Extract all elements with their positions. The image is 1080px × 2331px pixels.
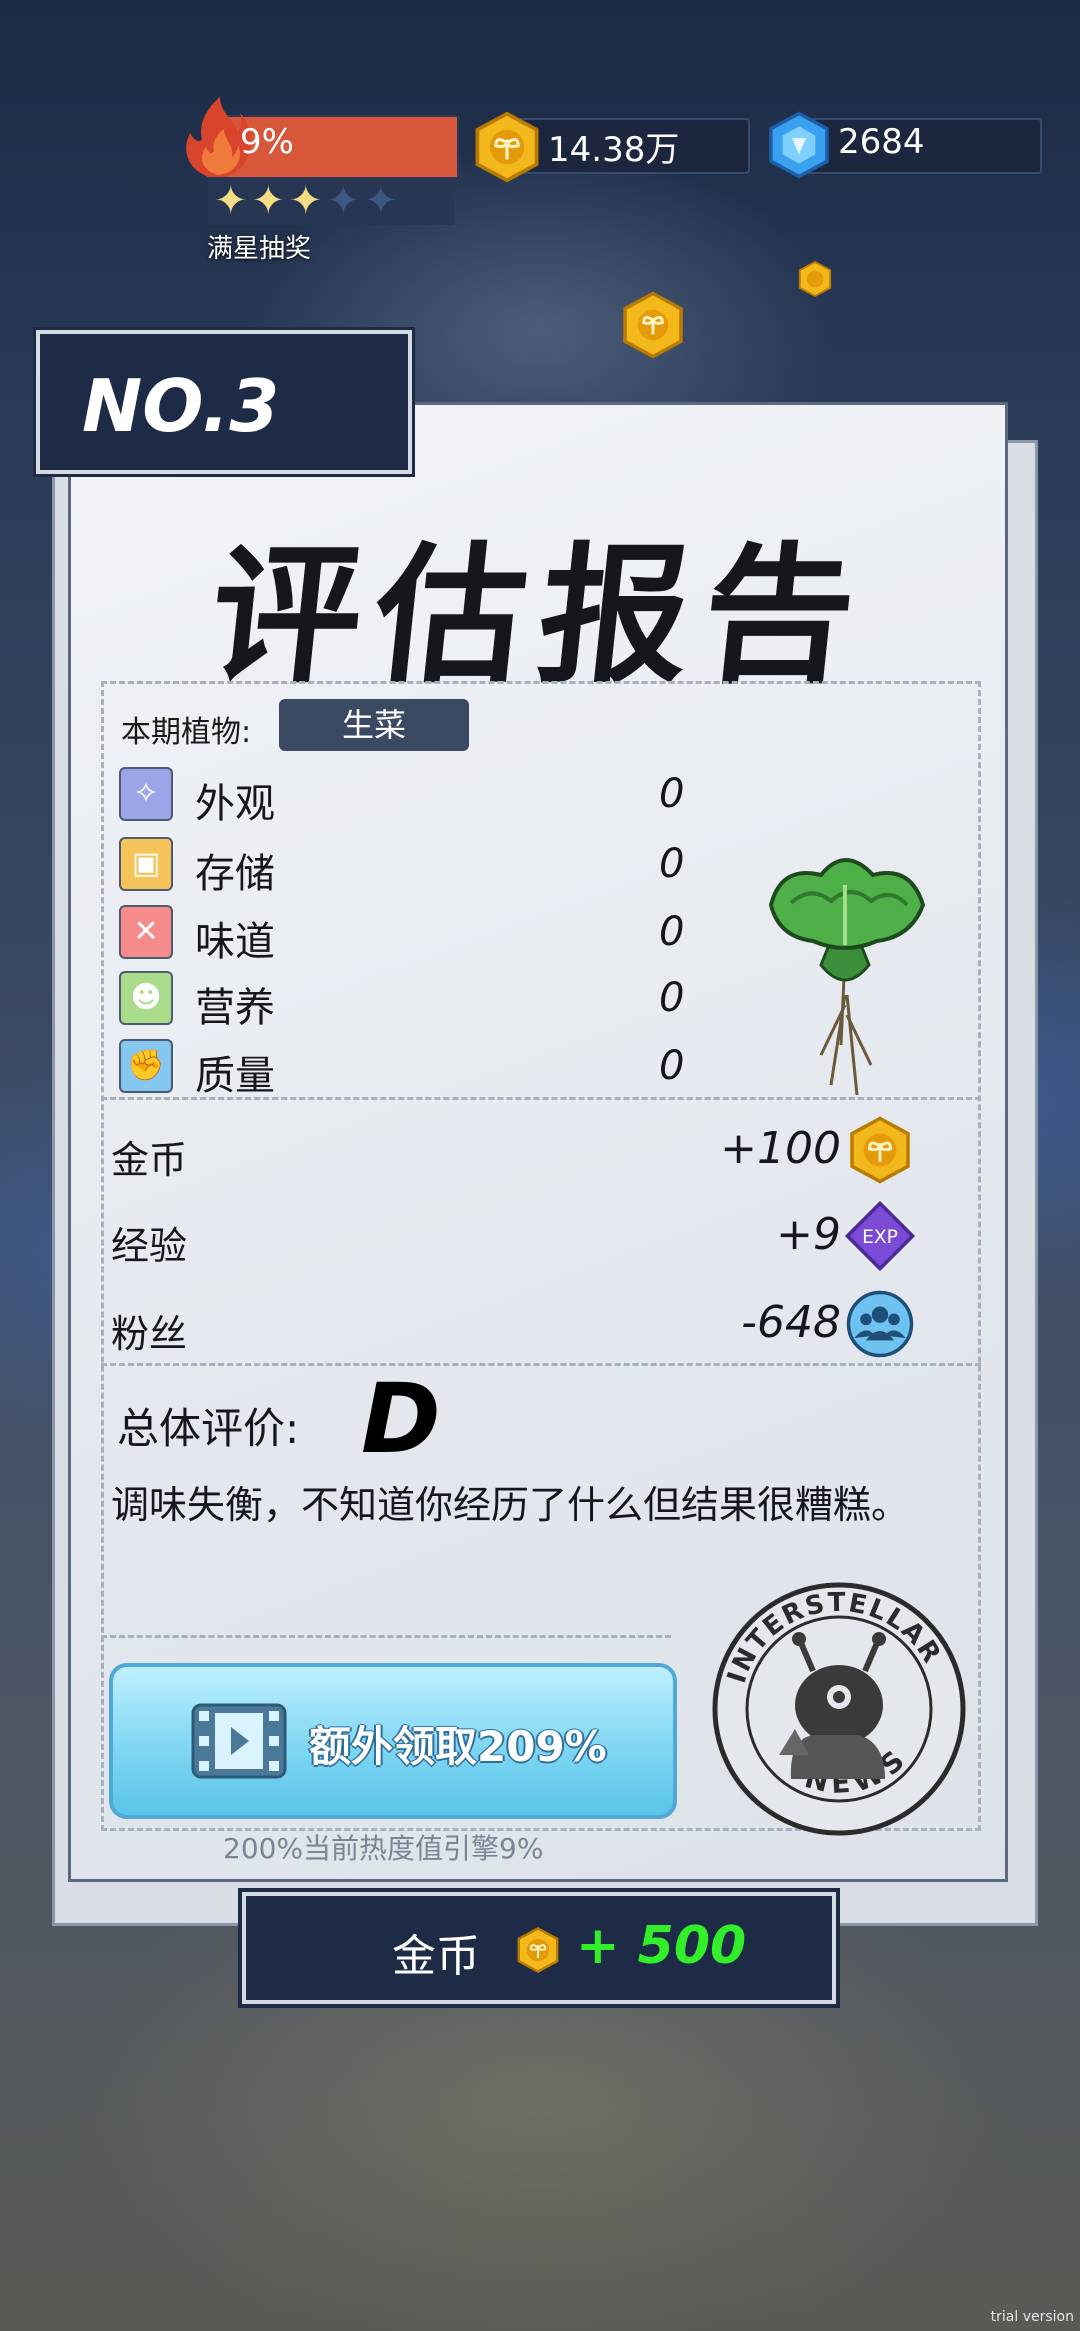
- top-hud: 9% ✦ ✦ ✦ ✦ ✦ 满星抽奖 14.38万 2684: [0, 0, 1080, 280]
- muscle-icon: ✊: [119, 1039, 173, 1093]
- plant-name-badge: 生菜: [279, 699, 469, 751]
- stat-row-appearance: ✧ 外观 0: [119, 767, 684, 827]
- coin-count: 14.38万: [548, 130, 680, 170]
- report-title: 评估报告: [202, 530, 877, 704]
- stat-value: 0: [659, 909, 685, 955]
- overall-rating-label: 总体评价:: [117, 1404, 300, 1453]
- stat-label: 外观: [195, 781, 275, 827]
- stat-label: 营养: [195, 985, 275, 1031]
- gem-icon: [769, 111, 829, 179]
- claim-coins-amount: + 500: [576, 1916, 747, 1976]
- overall-grade: D: [361, 1363, 441, 1475]
- floating-coin-icon: [623, 291, 683, 359]
- stat-row-storage: ▣ 存储 0: [119, 837, 684, 897]
- coin-icon: [850, 1116, 910, 1184]
- divider: [101, 1363, 981, 1366]
- frog-icon: ☻: [119, 971, 173, 1025]
- stat-label: 存储: [195, 851, 275, 897]
- reward-label: 金币: [111, 1138, 188, 1182]
- box-icon: ▣: [119, 837, 173, 891]
- exp-icon: EXP: [845, 1201, 915, 1271]
- heat-bonus-note: 200%当前热度值引擎9%: [223, 1832, 544, 1865]
- star-rating[interactable]: ✦ ✦ ✦ ✦ ✦: [208, 177, 454, 225]
- watch-ad-bonus-label: 额外领取209%: [309, 1722, 607, 1771]
- star-filled-icon: ✦: [289, 178, 323, 224]
- stat-row-nutrition: ☻ 营养 0: [119, 971, 684, 1031]
- report-number: NO.3: [82, 364, 280, 448]
- stat-value: 0: [659, 841, 685, 887]
- report-number-tag: NO.3: [36, 330, 412, 474]
- trial-watermark: trial version: [990, 2309, 1074, 2325]
- stat-value: 0: [659, 771, 685, 817]
- fans-icon: [846, 1290, 914, 1358]
- full-star-lottery-label: 满星抽奖: [207, 234, 312, 264]
- stat-value: 0: [659, 1043, 685, 1089]
- divider: [101, 1635, 671, 1638]
- claim-coins-label: 金币: [392, 1931, 480, 1982]
- plant-label: 本期植物:: [121, 715, 252, 750]
- watch-ad-bonus-button[interactable]: 额外领取209%: [109, 1663, 677, 1819]
- reward-row-coins: 金币 +100: [111, 1116, 951, 1184]
- star-filled-icon: ✦: [251, 178, 286, 224]
- coin-icon: [517, 1927, 559, 1973]
- rating-comment: 调味失衡，不知道你经历了什么但结果很糟糕。: [111, 1483, 910, 1527]
- exp-icon-text: EXP: [862, 1227, 898, 1248]
- sparkle-icon: ✧: [119, 767, 173, 821]
- report-card: 评估报告 本期植物: 生菜 ✧ 外观 0 ▣ 存储 0 ✕ 味道 0 ☻ 营养 …: [68, 402, 1008, 1882]
- reward-row-fans: 粉丝 -648: [111, 1290, 951, 1358]
- gem-count: 2684: [838, 122, 925, 162]
- reward-value: +100: [720, 1123, 841, 1174]
- reward-value: -648: [741, 1297, 841, 1348]
- stat-row-taste: ✕ 味道 0: [119, 905, 684, 965]
- stat-label: 质量: [195, 1053, 275, 1099]
- reward-row-exp: 经验 +9 EXP: [111, 1201, 951, 1271]
- reward-value: +9: [776, 1209, 841, 1260]
- star-filled-icon: ✦: [214, 178, 248, 224]
- interstellar-news-stamp-icon: INTERSTELLAR NEWS: [712, 1582, 966, 1836]
- utensils-icon: ✕: [119, 905, 173, 959]
- stat-row-quality: ✊ 质量 0: [119, 1039, 684, 1099]
- coin-icon: [475, 111, 539, 183]
- star-empty-icon: ✦: [326, 178, 361, 224]
- heat-percent-text: 9%: [240, 122, 294, 162]
- stat-label: 味道: [195, 919, 275, 965]
- reward-label: 粉丝: [111, 1312, 188, 1356]
- lettuce-icon: [768, 858, 926, 1096]
- claim-coins-button[interactable]: 金币 + 500: [242, 1892, 836, 2004]
- reward-label: 经验: [111, 1224, 188, 1268]
- video-icon: [191, 1703, 287, 1779]
- stat-value: 0: [659, 975, 685, 1021]
- star-empty-icon: ✦: [364, 178, 398, 224]
